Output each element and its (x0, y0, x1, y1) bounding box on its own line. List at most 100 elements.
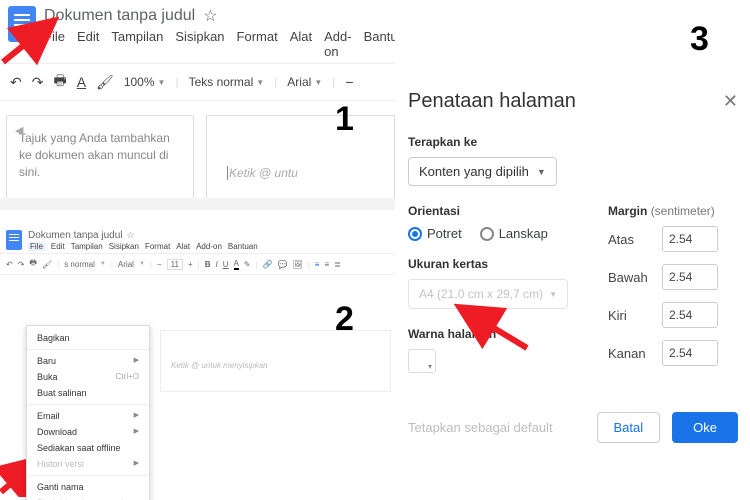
paper-size-label: Ukuran kertas (408, 257, 588, 271)
file-menu-item[interactable]: Ganti nama (27, 479, 149, 495)
italic-icon[interactable]: I (215, 260, 217, 269)
menu-addons[interactable]: Add-on (196, 242, 222, 251)
comment-icon[interactable]: 💬 (278, 260, 288, 269)
font-select[interactable]: Arial▼ (287, 75, 322, 89)
list-icon[interactable]: ≣ (334, 260, 341, 269)
undo-icon[interactable]: ↶ (10, 74, 22, 91)
file-menu-item[interactable]: Baru▶ (27, 353, 149, 369)
menu-help[interactable]: Bantuan (228, 242, 258, 251)
highlight-icon[interactable]: ✎ (244, 260, 251, 269)
set-default-button[interactable]: Tetapkan sebagai default (408, 420, 553, 435)
menu-view[interactable]: Tampilan (71, 242, 103, 251)
file-menu-item[interactable]: Sediakan saat offline (27, 440, 149, 456)
spellcheck-icon[interactable]: A (77, 74, 86, 90)
page-placeholder: Ketik @ untu (227, 166, 298, 180)
menu-format[interactable]: Format (237, 29, 278, 59)
caret-down-icon: ▼ (549, 290, 557, 299)
margin-right-input[interactable] (662, 340, 718, 366)
menu-tools[interactable]: Alat (176, 242, 190, 251)
radio-landscape-label: Lanskap (499, 226, 548, 241)
margin-label: Margin (sentimeter) (608, 204, 738, 218)
chevron-left-icon[interactable]: ◀ (15, 124, 23, 139)
paint-format-icon[interactable]: 🖌 (96, 74, 114, 91)
file-menu-item: Histori versi▶ (27, 456, 149, 472)
page-placeholder: Ketik @ untuk menyisipkan (171, 361, 268, 370)
annotation-number-1: 1 (335, 100, 354, 139)
dialog-title: Penataan halaman (408, 90, 576, 113)
margin-bottom-input[interactable] (662, 264, 718, 290)
outline-hint: Tajuk yang Anda tambahkan ke dokumen aka… (19, 131, 170, 179)
file-menu-item[interactable]: BukaCtrl+O (27, 369, 149, 385)
print-icon[interactable]: 🖶 (53, 70, 66, 94)
radio-landscape[interactable]: Lanskap (480, 226, 548, 241)
margin-left-input[interactable] (662, 302, 718, 328)
toolbar: ↶ ↷ 🖶 🖌 | s normal▼ | Arial▼ | −11+ | B … (0, 253, 395, 275)
link-icon[interactable]: 🔗 (263, 260, 273, 269)
document-page[interactable]: Ketik @ untu (206, 115, 395, 210)
margin-top-input[interactable] (662, 226, 718, 252)
margin-top-label: Atas (608, 232, 652, 247)
menu-edit[interactable]: Edit (77, 29, 99, 59)
menubar: File Edit Tampilan Sisipkan Format Alat … (28, 242, 258, 251)
font-dec-icon[interactable]: − (345, 74, 353, 90)
annotation-number-3: 3 (690, 20, 709, 59)
line-spacing-icon[interactable]: ≡ (324, 260, 329, 269)
underline-icon[interactable]: U (223, 260, 229, 269)
annotation-arrow-1 (0, 12, 68, 67)
bold-icon[interactable]: B (205, 260, 211, 269)
file-menu-item[interactable]: Download▶ (27, 424, 149, 440)
file-menu-item[interactable]: Bagikan (27, 330, 149, 346)
menu-help[interactable]: Bantuan (364, 29, 395, 59)
margin-right-label: Kanan (608, 346, 652, 361)
menu-insert[interactable]: Sisipkan (175, 29, 224, 59)
menubar: File Edit Tampilan Sisipkan Format Alat … (44, 29, 395, 59)
panel-2-file-menu: Dokumen tanpa judul ☆ File Edit Tampilan … (0, 225, 395, 500)
style-select[interactable]: s normal (64, 260, 95, 269)
close-icon[interactable]: ✕ (723, 91, 738, 112)
outline-panel: ◀ Tajuk yang Anda tambahkan ke dokumen a… (6, 115, 194, 210)
apply-to-select[interactable]: Konten yang dipilih ▼ (408, 157, 557, 186)
paint-icon[interactable]: 🖌 (42, 260, 52, 269)
menu-edit[interactable]: Edit (51, 242, 65, 251)
zoom-select[interactable]: 100%▼ (124, 75, 166, 89)
star-icon[interactable]: ☆ (127, 230, 135, 240)
apply-to-label: Terapkan ke (408, 135, 738, 149)
margin-bottom-label: Bawah (608, 270, 652, 285)
style-select[interactable]: Teks normal▼ (189, 75, 265, 89)
cancel-button[interactable]: Batal (597, 412, 661, 443)
header-text: Dokumen tanpa judul ☆ File Edit Tampilan… (44, 6, 395, 59)
margin-left-label: Kiri (608, 308, 652, 323)
document-page[interactable]: Ketik @ untuk menyisipkan (160, 330, 391, 392)
radio-portrait-label: Potret (427, 226, 462, 241)
page-color-select[interactable]: ▾ (408, 349, 436, 373)
apply-to-value: Konten yang dipilih (419, 164, 529, 179)
menu-addons[interactable]: Add-on (324, 29, 351, 59)
menu-file[interactable]: File (28, 242, 45, 251)
ok-button[interactable]: Oke (672, 412, 738, 443)
radio-portrait[interactable]: Potret (408, 226, 462, 241)
text-color-icon[interactable]: A (234, 259, 239, 270)
file-menu-item[interactable]: Email▶ (27, 408, 149, 424)
menu-insert[interactable]: Sisipkan (109, 242, 139, 251)
orientation-label: Orientasi (408, 204, 588, 218)
align-icon[interactable]: ≡ (315, 260, 320, 269)
image-icon[interactable]: 🖼 (293, 260, 303, 269)
print-icon[interactable]: 🖶 (29, 257, 37, 271)
file-menu-item[interactable]: Buat salinan (27, 385, 149, 401)
doc-title[interactable]: Dokumen tanpa judul (28, 230, 123, 241)
undo-icon[interactable]: ↶ (6, 260, 13, 269)
toolbar: ↶ ↷ 🖶 A 🖌 100%▼ | Teks normal▼ | Arial▼ … (0, 63, 395, 101)
menu-tools[interactable]: Alat (290, 29, 312, 59)
annotation-arrow-3 (452, 298, 532, 353)
caret-down-icon: ▼ (537, 167, 546, 177)
menu-view[interactable]: Tampilan (111, 29, 163, 59)
font-select[interactable]: Arial (118, 260, 134, 269)
docs-logo-icon[interactable] (6, 230, 22, 250)
page-setup-dialog: Penataan halaman ✕ Terapkan ke Konten ya… (408, 90, 738, 443)
redo-icon[interactable]: ↷ (32, 74, 44, 91)
file-menu-item: Pindahkan ke sampah (27, 495, 149, 500)
redo-icon[interactable]: ↷ (18, 260, 25, 269)
menu-format[interactable]: Format (145, 242, 170, 251)
annotation-number-2: 2 (335, 300, 354, 339)
star-icon[interactable]: ☆ (203, 6, 217, 26)
